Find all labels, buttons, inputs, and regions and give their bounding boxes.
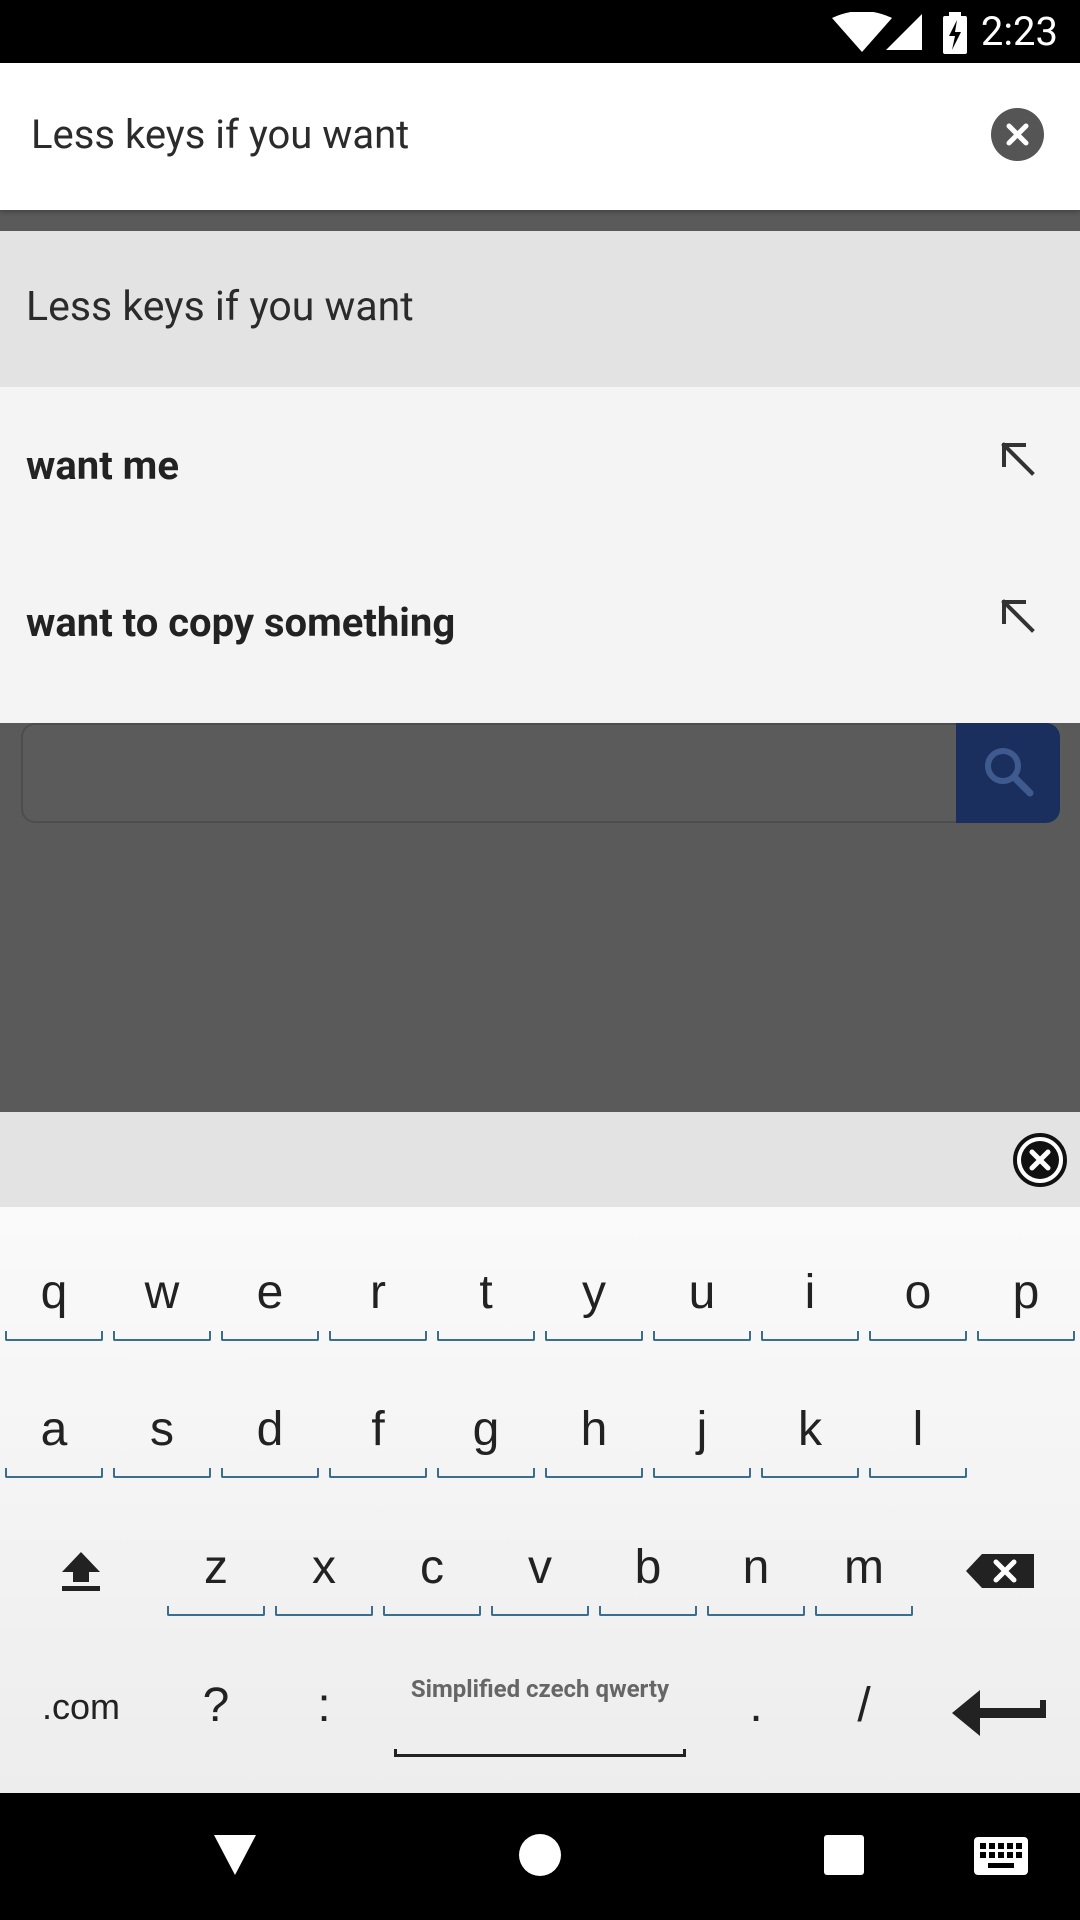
keyboard-suggestion-strip: [0, 1112, 1080, 1207]
enter-key[interactable]: [950, 1658, 1048, 1768]
key-q[interactable]: q: [5, 1245, 103, 1355]
clear-search-button[interactable]: [991, 108, 1044, 161]
key-h[interactable]: h: [545, 1382, 643, 1492]
key-dotcom[interactable]: .com: [32, 1658, 130, 1768]
key-y[interactable]: y: [545, 1245, 643, 1355]
key-o[interactable]: o: [869, 1245, 967, 1355]
key-l[interactable]: l: [869, 1382, 967, 1492]
keyboard-layout-label: Simplified czech qwerty: [410, 1675, 670, 1703]
key-v[interactable]: v: [491, 1520, 589, 1630]
key-a[interactable]: a: [5, 1382, 103, 1492]
key-n[interactable]: n: [707, 1520, 805, 1630]
backspace-key[interactable]: [950, 1520, 1048, 1630]
key-c[interactable]: c: [383, 1520, 481, 1630]
shift-key[interactable]: [32, 1520, 130, 1630]
spacebar-key[interactable]: Simplified czech qwerty: [392, 1667, 688, 1757]
key-colon[interactable]: :: [275, 1658, 373, 1768]
key-m[interactable]: m: [815, 1520, 913, 1630]
close-keyboard-icon[interactable]: [1012, 1132, 1068, 1188]
suggestion-item[interactable]: want me: [0, 387, 1080, 543]
battery-charging-icon: [943, 12, 967, 54]
back-icon[interactable]: [212, 1833, 258, 1877]
key-d[interactable]: d: [221, 1382, 319, 1492]
recent-apps-icon[interactable]: [824, 1835, 864, 1875]
suggestion-text: want to copy something: [26, 599, 456, 646]
backspace-icon: [966, 1554, 1034, 1588]
key-b[interactable]: b: [599, 1520, 697, 1630]
home-icon[interactable]: [518, 1833, 562, 1877]
key-g[interactable]: g: [437, 1382, 535, 1492]
key-t[interactable]: t: [437, 1245, 535, 1355]
search-bar: Less keys if you want: [0, 63, 1080, 210]
page-search-button[interactable]: [956, 723, 1060, 823]
key-i[interactable]: i: [761, 1245, 859, 1355]
key-z[interactable]: z: [167, 1520, 265, 1630]
navigation-bar: [0, 1793, 1080, 1920]
key-x[interactable]: x: [275, 1520, 373, 1630]
suggestion-item[interactable]: want to copy something: [0, 544, 1080, 700]
suggestion-list: Less keys if you want want me want to co…: [0, 231, 1080, 723]
key-period[interactable]: .: [707, 1658, 805, 1768]
suggestion-item[interactable]: Less keys if you want: [0, 231, 1080, 387]
cell-signal-icon: [886, 14, 922, 50]
key-w[interactable]: w: [113, 1245, 211, 1355]
key-slash[interactable]: /: [815, 1658, 913, 1768]
key-r[interactable]: r: [329, 1245, 427, 1355]
key-e[interactable]: e: [221, 1245, 319, 1355]
shift-icon: [62, 1552, 100, 1591]
fill-query-arrow-icon[interactable]: [996, 437, 1040, 481]
suggestion-text: want me: [26, 442, 179, 489]
key-s[interactable]: s: [113, 1382, 211, 1492]
close-icon: [1006, 123, 1029, 146]
key-k[interactable]: k: [761, 1382, 859, 1492]
search-input[interactable]: Less keys if you want: [31, 111, 409, 158]
page-search-field[interactable]: [21, 723, 958, 823]
enter-arrow-icon: [952, 1690, 1046, 1736]
keyboard-switch-icon[interactable]: [974, 1837, 1028, 1875]
key-p[interactable]: p: [977, 1245, 1075, 1355]
suggestion-text: Less keys if you want: [26, 283, 414, 331]
key-question[interactable]: ?: [167, 1658, 265, 1768]
status-bar: 2:23: [0, 0, 1080, 63]
key-u[interactable]: u: [653, 1245, 751, 1355]
fill-query-arrow-icon[interactable]: [996, 594, 1040, 638]
key-j[interactable]: j: [653, 1382, 751, 1492]
search-icon: [985, 748, 1034, 797]
key-f[interactable]: f: [329, 1382, 427, 1492]
clock: 2:23: [980, 8, 1058, 55]
